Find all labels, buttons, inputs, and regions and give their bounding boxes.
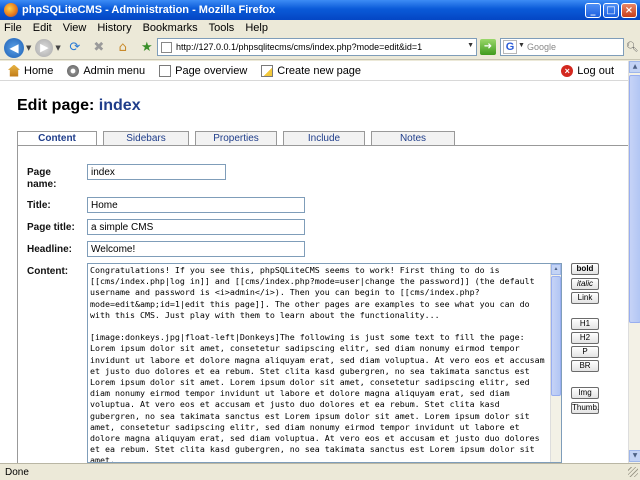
menu-view[interactable]: View [63,22,87,34]
page-name-label: Page name: [27,167,57,190]
page-title: Edit page: index [17,97,141,115]
back-dropdown-icon[interactable]: ▼ [26,44,31,52]
menu-edit[interactable]: Edit [33,22,52,34]
image-button[interactable]: Img [571,387,599,399]
stop-icon[interactable]: ✖ [89,38,109,58]
nav-page-overview-label: Page overview [175,64,248,77]
url-bar[interactable]: http://127.0.0.1/phpsqlitecms/cms/index.… [157,38,477,56]
content-scrollbar[interactable]: ▲ [550,264,561,462]
scroll-thumb[interactable] [629,75,640,323]
forward-button[interactable]: ▶ [35,38,54,57]
admin-navigation: Home Admin menu Page overview Create new… [0,61,628,81]
forward-dropdown-icon[interactable]: ▼ [55,44,60,52]
menu-file[interactable]: File [4,22,22,34]
home-icon[interactable]: ⌂ [113,38,133,58]
resize-grip-icon[interactable] [628,467,638,477]
menu-help[interactable]: Help [245,22,268,34]
navigation-toolbar: ◀ ▼ ▶ ▼ ⟳ ✖ ⌂ ★ http://127.0.0.1/phpsqli… [0,36,640,60]
nav-admin-menu-link[interactable]: Admin menu [67,64,146,77]
content-text: Congratulations! If you see this, phpSQL… [90,265,545,463]
headline-label: Headline: [27,244,73,255]
google-icon[interactable]: G [503,40,517,54]
window-title: phpSQLiteCMS - Administration - Mozilla … [22,4,276,16]
scroll-down-icon[interactable]: ▼ [629,450,640,462]
content-label: Content: [27,266,69,277]
headline-input[interactable] [87,241,305,257]
nav-create-page-link[interactable]: Create new page [261,64,362,77]
menu-tools[interactable]: Tools [209,22,235,34]
h1-button[interactable]: H1 [571,318,599,330]
menu-bookmarks[interactable]: Bookmarks [143,22,198,34]
new-document-icon [261,64,274,77]
nav-create-page-label: Create new page [277,64,362,77]
back-button[interactable]: ◀ [4,37,24,58]
content-scroll-thumb[interactable] [551,276,561,396]
window-titlebar: phpSQLiteCMS - Administration - Mozilla … [0,0,640,20]
content-scroll-up-icon[interactable]: ▲ [551,264,561,275]
content-textarea[interactable]: Congratulations! If you see this, phpSQL… [87,263,562,463]
go-button[interactable]: ➜ [480,39,496,55]
document-icon [159,64,172,77]
search-placeholder: Google [527,42,557,52]
close-button[interactable]: × [621,2,637,18]
paragraph-button[interactable]: P [571,346,599,358]
web-content: Home Admin menu Page overview Create new… [0,61,628,463]
link-button[interactable]: Link [571,292,599,304]
tab-content[interactable]: Content [17,131,97,146]
home-icon [8,64,20,77]
status-bar: Done [0,463,640,480]
menu-history[interactable]: History [97,22,131,34]
page-name-input[interactable] [87,164,226,180]
minimize-button[interactable]: _ [585,2,601,18]
tab-properties[interactable]: Properties [195,131,277,145]
logout-icon: × [561,65,574,77]
h2-button[interactable]: H2 [571,332,599,344]
url-text: http://127.0.0.1/phpsqlitecms/cms/index.… [176,42,423,52]
page-icon [161,42,172,53]
nav-home-link[interactable]: Home [8,64,54,77]
page-title-input[interactable] [87,219,305,235]
reload-icon[interactable]: ⟳ [65,38,85,58]
bold-button[interactable]: bold [571,263,599,275]
logout-link[interactable]: × Log out [561,65,614,77]
url-dropdown-icon[interactable]: ▼ [467,42,474,49]
bookmark-icon[interactable]: ★ [137,38,157,58]
page-title-name: index [98,97,141,114]
page-scrollbar[interactable]: ▲ ▼ [628,61,640,463]
tab-bar: Content Sidebars Properties Include Note… [17,131,461,146]
title-input[interactable] [87,197,305,213]
search-icon[interactable]: 🔍︎ [626,42,639,53]
firefox-icon [4,3,18,17]
nav-admin-menu-label: Admin menu [83,64,146,77]
search-engine-dropdown-icon[interactable]: ▼ [518,42,525,49]
status-text: Done [5,466,29,478]
logout-label: Log out [577,65,614,77]
scroll-up-icon[interactable]: ▲ [629,61,640,73]
italic-button[interactable]: italic [571,278,599,290]
nav-page-overview-link[interactable]: Page overview [159,64,248,77]
gear-icon [67,64,80,77]
tab-sidebars[interactable]: Sidebars [103,131,189,145]
maximize-button[interactable]: □ [603,2,619,18]
title-label: Title: [27,200,51,211]
tab-include[interactable]: Include [283,131,365,145]
search-input[interactable]: G ▼ Google [500,38,624,56]
tab-notes[interactable]: Notes [371,131,455,145]
menu-bar: File Edit View History Bookmarks Tools H… [0,20,640,36]
page-title-label: Page title: [27,222,75,233]
thumbnail-button[interactable]: Thumb. [571,402,599,414]
line-break-button[interactable]: BR [571,360,599,372]
page-title-prefix: Edit page: [17,97,95,114]
nav-home-label: Home [24,64,54,77]
